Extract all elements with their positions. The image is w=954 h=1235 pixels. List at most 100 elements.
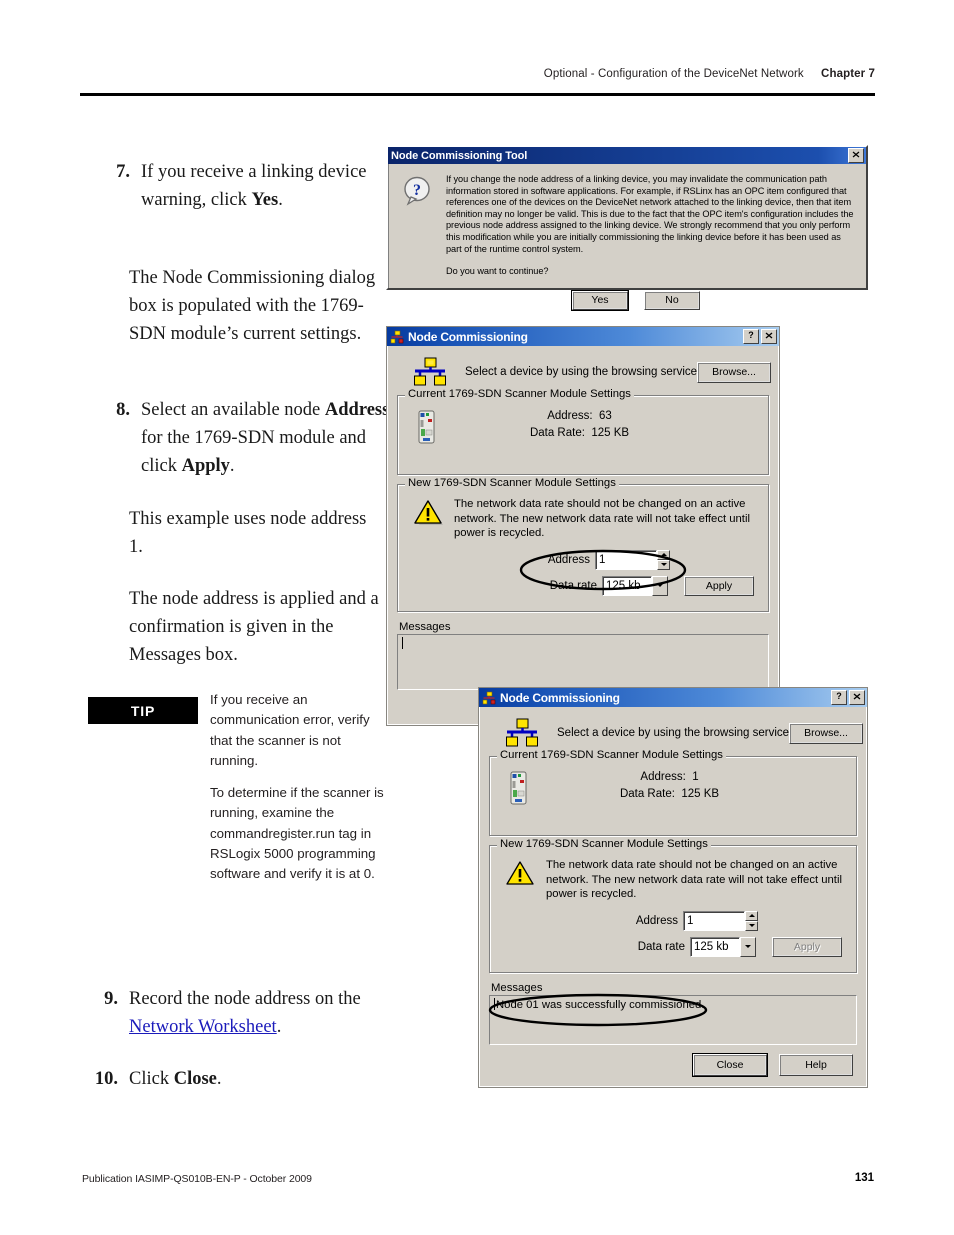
data-rate-combo-value[interactable]: 125 kb (602, 575, 652, 596)
step-7-bold: Yes (251, 190, 279, 210)
browse-button[interactable]: Browse... (697, 361, 772, 383)
dialog-button-row: Close Help (489, 1053, 857, 1077)
current-rate-label: Data Rate: (619, 788, 675, 800)
address-spinner-down[interactable] (657, 559, 670, 570)
address-spinner-down[interactable] (745, 920, 758, 931)
warning-triangle-icon (414, 499, 444, 526)
step-8-text: Select an available node Address for the… (141, 396, 390, 480)
apply-button[interactable]: Apply (684, 575, 754, 596)
data-rate-field-row: Data rate 125 kb Apply (637, 936, 842, 957)
current-address-label: Address: (547, 410, 593, 422)
header-title: Optional - Configuration of the DeviceNe… (543, 68, 804, 80)
help-icon[interactable]: ? (743, 329, 759, 344)
node-commissioning-dialog-after[interactable]: Node Commissioning ? Select a device by … (478, 687, 868, 1088)
step-7-note: The Node Commissioning dialog box is pop… (129, 268, 376, 344)
dialog-titlebar[interactable]: Node Commissioning ? (387, 327, 779, 346)
node-commissioning-app-icon (390, 330, 404, 344)
close-glyph (853, 693, 861, 700)
current-settings-title: Current 1769-SDN Scanner Module Settings (497, 749, 726, 761)
dialog-warning-question: Do you want to continue? (446, 266, 549, 277)
close-icon[interactable] (849, 690, 865, 705)
data-rate-label: Data rate (637, 940, 685, 953)
new-settings-warning-row: The network data rate should not be chan… (406, 497, 760, 541)
dialog-titlebar[interactable]: Node Commissioning ? (479, 688, 867, 707)
help-icon[interactable]: ? (831, 690, 847, 705)
dialog-warning-body: If you change the node address of a link… (446, 174, 854, 254)
step-9-text-a: Record the node address on the (129, 989, 361, 1009)
step-10-number: 10. (94, 1069, 118, 1089)
close-glyph (852, 151, 860, 158)
data-rate-field-row: Data rate 125 kb Apply (549, 575, 754, 596)
messages-value: Node 01 was successfully commissioned. (496, 999, 705, 1011)
new-settings-fields: Address 1 Data rate 125 kb Apply (498, 910, 848, 963)
page-header: Optional - Configuration of the DeviceNe… (80, 68, 875, 80)
tip-label: TIP (88, 697, 198, 724)
address-label: Address (547, 553, 590, 566)
tip-body: If you receive an communication error, v… (210, 690, 388, 897)
data-rate-label: Data rate (549, 579, 597, 592)
address-spinner-up[interactable] (657, 549, 670, 560)
browse-prompt: Select a device by using the browsing se… (557, 727, 790, 739)
messages-box[interactable] (397, 634, 769, 690)
node-commissioning-app-icon (482, 691, 496, 705)
browse-button[interactable]: Browse... (789, 722, 864, 744)
step-8-bold-address: Address (324, 400, 390, 420)
current-address-label: Address: (640, 771, 686, 783)
dialog-body: Select a device by using the browsing se… (479, 707, 867, 1084)
new-settings-title: New 1769-SDN Scanner Module Settings (405, 477, 619, 489)
header-divider (80, 93, 875, 96)
browse-row: Select a device by using the browsing se… (397, 357, 772, 387)
current-rate-value: 125 KB (681, 788, 720, 800)
messages-label: Messages (491, 982, 543, 994)
dialog-title: Node Commissioning Tool (391, 149, 528, 162)
address-spinner-up[interactable] (745, 910, 758, 921)
current-settings-group: Current 1769-SDN Scanner Module Settings (489, 749, 857, 836)
header-chapter: Chapter 7 (821, 68, 875, 80)
close-button[interactable]: Close (692, 1053, 768, 1077)
footer-page-number: 131 (854, 1172, 874, 1184)
help-button[interactable]: Help (779, 1054, 853, 1076)
address-spinner[interactable] (745, 910, 758, 931)
network-topology-icon (411, 357, 449, 387)
node-commissioning-dialog-before[interactable]: Node Commissioning ? Select a device by … (386, 326, 780, 726)
current-rate-line: Data Rate: 125 KB (435, 425, 724, 442)
messages-label: Messages (399, 621, 451, 633)
data-rate-combo-value[interactable]: 125 kb (690, 936, 740, 957)
no-button[interactable]: No (644, 290, 700, 310)
new-settings-warning-text: The network data rate should not be chan… (454, 498, 750, 540)
close-icon[interactable] (848, 148, 864, 163)
network-worksheet-link[interactable]: Network Worksheet (129, 1017, 277, 1037)
network-topology-icon (503, 718, 541, 748)
step-8-note-1: This example uses node address 1. (129, 509, 367, 557)
step-9-number: 9. (104, 989, 118, 1009)
tip-paragraph-1: If you receive an communication error, v… (210, 692, 370, 768)
dialog-titlebar[interactable]: Node Commissioning Tool (388, 147, 866, 164)
new-settings-warning-text: The network data rate should not be chan… (546, 859, 842, 901)
close-glyph (765, 332, 773, 339)
current-address-value: 1 (692, 771, 699, 783)
yes-button[interactable]: Yes (571, 289, 629, 311)
current-rate-value: 125 KB (591, 427, 630, 439)
step-10: 10. Click Close. (88, 1065, 378, 1093)
current-settings-group: Current 1769-SDN Scanner Module Settings (397, 388, 769, 475)
current-settings-row: Address: 63 Data Rate: 125 KB (406, 408, 760, 444)
current-settings-values: Address: 63 Data Rate: 125 KB (435, 408, 760, 442)
dialog-title: Node Commissioning (500, 690, 620, 705)
address-spinner[interactable] (657, 549, 670, 570)
chevron-down-icon[interactable] (652, 575, 668, 596)
new-settings-warning-row: The network data rate should not be chan… (498, 858, 848, 902)
node-commissioning-tool-dialog[interactable]: Node Commissioning Tool ? If you change … (386, 145, 868, 311)
current-address-line: Address: 1 (527, 769, 812, 786)
close-icon[interactable] (761, 329, 777, 344)
text-caret (402, 637, 403, 649)
step-8-note-2: The node address is applied and a confir… (129, 589, 379, 665)
messages-box[interactable]: Node 01 was successfully commissioned. (489, 995, 857, 1045)
address-input[interactable]: 1 (683, 910, 745, 931)
address-input[interactable]: 1 (595, 549, 657, 570)
current-rate-label: Data Rate: (529, 427, 585, 439)
new-settings-fields: Address 1 Data rate 125 kb Apply (406, 549, 760, 602)
chevron-down-icon[interactable] (740, 936, 756, 957)
step-8-bold-apply: Apply (181, 456, 230, 476)
svg-text:?: ? (413, 182, 421, 199)
current-settings-title: Current 1769-SDN Scanner Module Settings (405, 388, 634, 400)
